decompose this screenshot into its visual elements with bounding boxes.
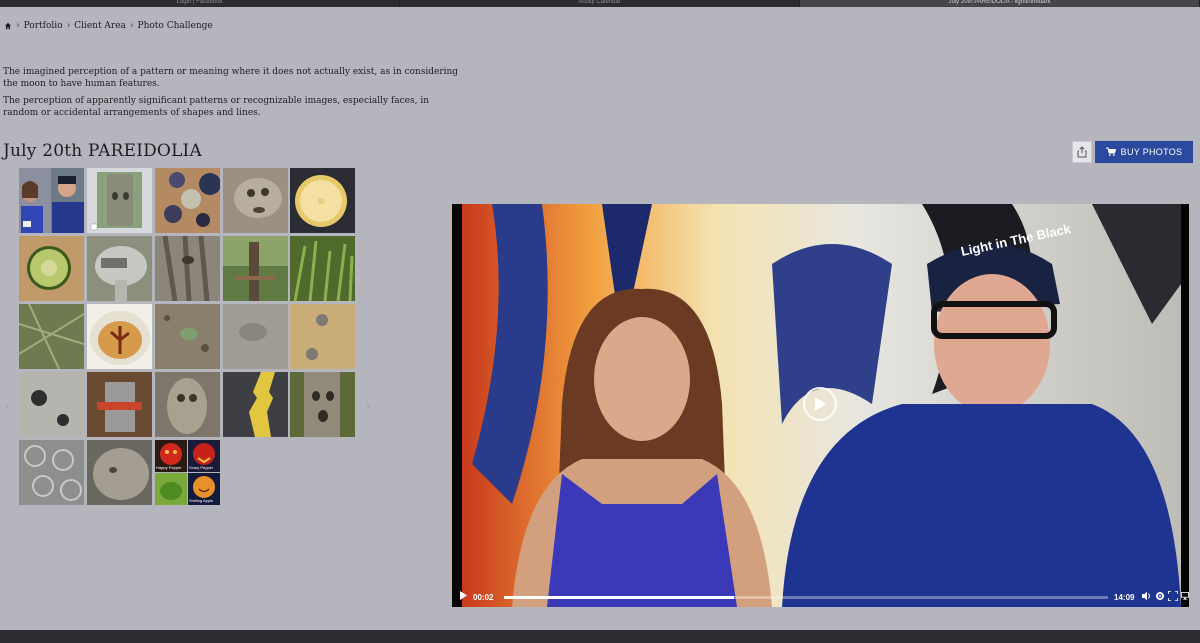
breadcrumb-separator: › bbox=[66, 21, 71, 31]
play-button[interactable] bbox=[803, 387, 837, 421]
bottom-bar bbox=[0, 630, 1200, 643]
breadcrumb-separator: › bbox=[129, 21, 134, 31]
collage-label: Scary Pepper bbox=[189, 465, 214, 470]
chevron-right-icon[interactable]: › bbox=[366, 399, 371, 413]
collage-label: Happy Pepper bbox=[156, 465, 182, 470]
thumbnail-faucet[interactable] bbox=[87, 236, 152, 301]
browser-tab[interactable]: Login | Facebook bbox=[0, 0, 400, 7]
play-small-icon[interactable] bbox=[460, 591, 467, 602]
cart-icon bbox=[1105, 147, 1116, 158]
thumbnail-forest-post[interactable] bbox=[223, 236, 288, 301]
thumbnail-grass[interactable] bbox=[290, 236, 355, 301]
thumbnail-metal-pattern[interactable] bbox=[19, 440, 84, 505]
browser-tab[interactable]: Acuity Calendar bbox=[400, 0, 800, 7]
fullscreen-icon[interactable] bbox=[1167, 590, 1179, 603]
thumbnail-kitchen-chair[interactable] bbox=[87, 372, 152, 437]
breadcrumb-portfolio[interactable]: Portfolio bbox=[24, 21, 63, 31]
thumbnail-green-pepper[interactable] bbox=[155, 473, 187, 505]
description-paragraph: The perception of apparently significant… bbox=[3, 96, 430, 118]
breadcrumb-client-area[interactable]: Client Area bbox=[74, 21, 126, 31]
buy-photos-button[interactable]: BUY PHOTOS bbox=[1095, 141, 1193, 163]
progress-fill bbox=[504, 596, 734, 599]
play-icon bbox=[815, 397, 826, 411]
thumbnail-scary-pepper[interactable]: Scary Pepper bbox=[188, 440, 220, 472]
duration: 14:09 bbox=[1114, 593, 1135, 602]
breadcrumb: › Portfolio › Client Area › Photo Challe… bbox=[4, 21, 213, 31]
progress-bar[interactable] bbox=[504, 596, 1108, 599]
thumbnail-tree-face[interactable] bbox=[87, 168, 152, 233]
browser-tab-active[interactable]: July 20th PAREIDOLIA - lightinthedark bbox=[800, 0, 1200, 7]
thumbnail-ground-clover[interactable] bbox=[19, 304, 84, 369]
breadcrumb-separator: › bbox=[16, 21, 20, 31]
description-paragraph: The imagined perception of a pattern or … bbox=[3, 67, 459, 89]
thumbnail-cucumber[interactable] bbox=[19, 236, 84, 301]
share-button[interactable] bbox=[1072, 141, 1092, 163]
collage-label: Smiling Apple bbox=[189, 498, 214, 503]
buy-photos-label: BUY PHOTOS bbox=[1120, 147, 1183, 157]
breadcrumb-photo-challenge[interactable]: Photo Challenge bbox=[138, 21, 213, 31]
gallery-title: July 20th PAREIDOLIA bbox=[3, 141, 202, 161]
thumbnail-tree-stump-face[interactable] bbox=[290, 372, 355, 437]
video-controls: 00:02 14:09 bbox=[452, 587, 1189, 607]
thumbnail-wood-knot[interactable] bbox=[223, 168, 288, 233]
thumbnail-rock[interactable] bbox=[87, 440, 152, 505]
thumbnail-happy-pepper[interactable]: Happy Pepper bbox=[155, 440, 187, 472]
thumbnail-bark[interactable] bbox=[155, 236, 220, 301]
thumbnail-yellow-line[interactable] bbox=[223, 372, 288, 437]
thumbnail-door-bolts[interactable] bbox=[290, 304, 355, 369]
volume-icon[interactable] bbox=[1142, 591, 1152, 603]
share-icon bbox=[1077, 143, 1087, 162]
thumbnail-lemon-slice[interactable] bbox=[290, 168, 355, 233]
chevron-left-icon[interactable]: ‹ bbox=[5, 399, 10, 413]
thumbnail-splotches[interactable] bbox=[19, 372, 84, 437]
video-player[interactable]: Light in The Black 00:02 14:09 bbox=[452, 204, 1189, 607]
home-icon[interactable] bbox=[4, 22, 12, 30]
browser-tabs: Login | Facebook Acuity Calendar July 20… bbox=[0, 0, 1200, 7]
thumbnail-concrete[interactable] bbox=[223, 304, 288, 369]
thumbnail-video-selfie[interactable] bbox=[19, 168, 84, 233]
settings-icon[interactable] bbox=[1155, 591, 1165, 603]
airplay-icon[interactable] bbox=[1181, 591, 1189, 603]
thumbnail-driftwood[interactable] bbox=[155, 372, 220, 437]
thumbnail-leaf-gravel[interactable] bbox=[155, 304, 220, 369]
current-time: 00:02 bbox=[473, 593, 494, 602]
thumbnail-smiling-apple[interactable]: Smiling Apple bbox=[188, 473, 220, 505]
thumbnail-tea-cup[interactable] bbox=[87, 304, 152, 369]
thumbnail-plums[interactable] bbox=[155, 168, 220, 233]
